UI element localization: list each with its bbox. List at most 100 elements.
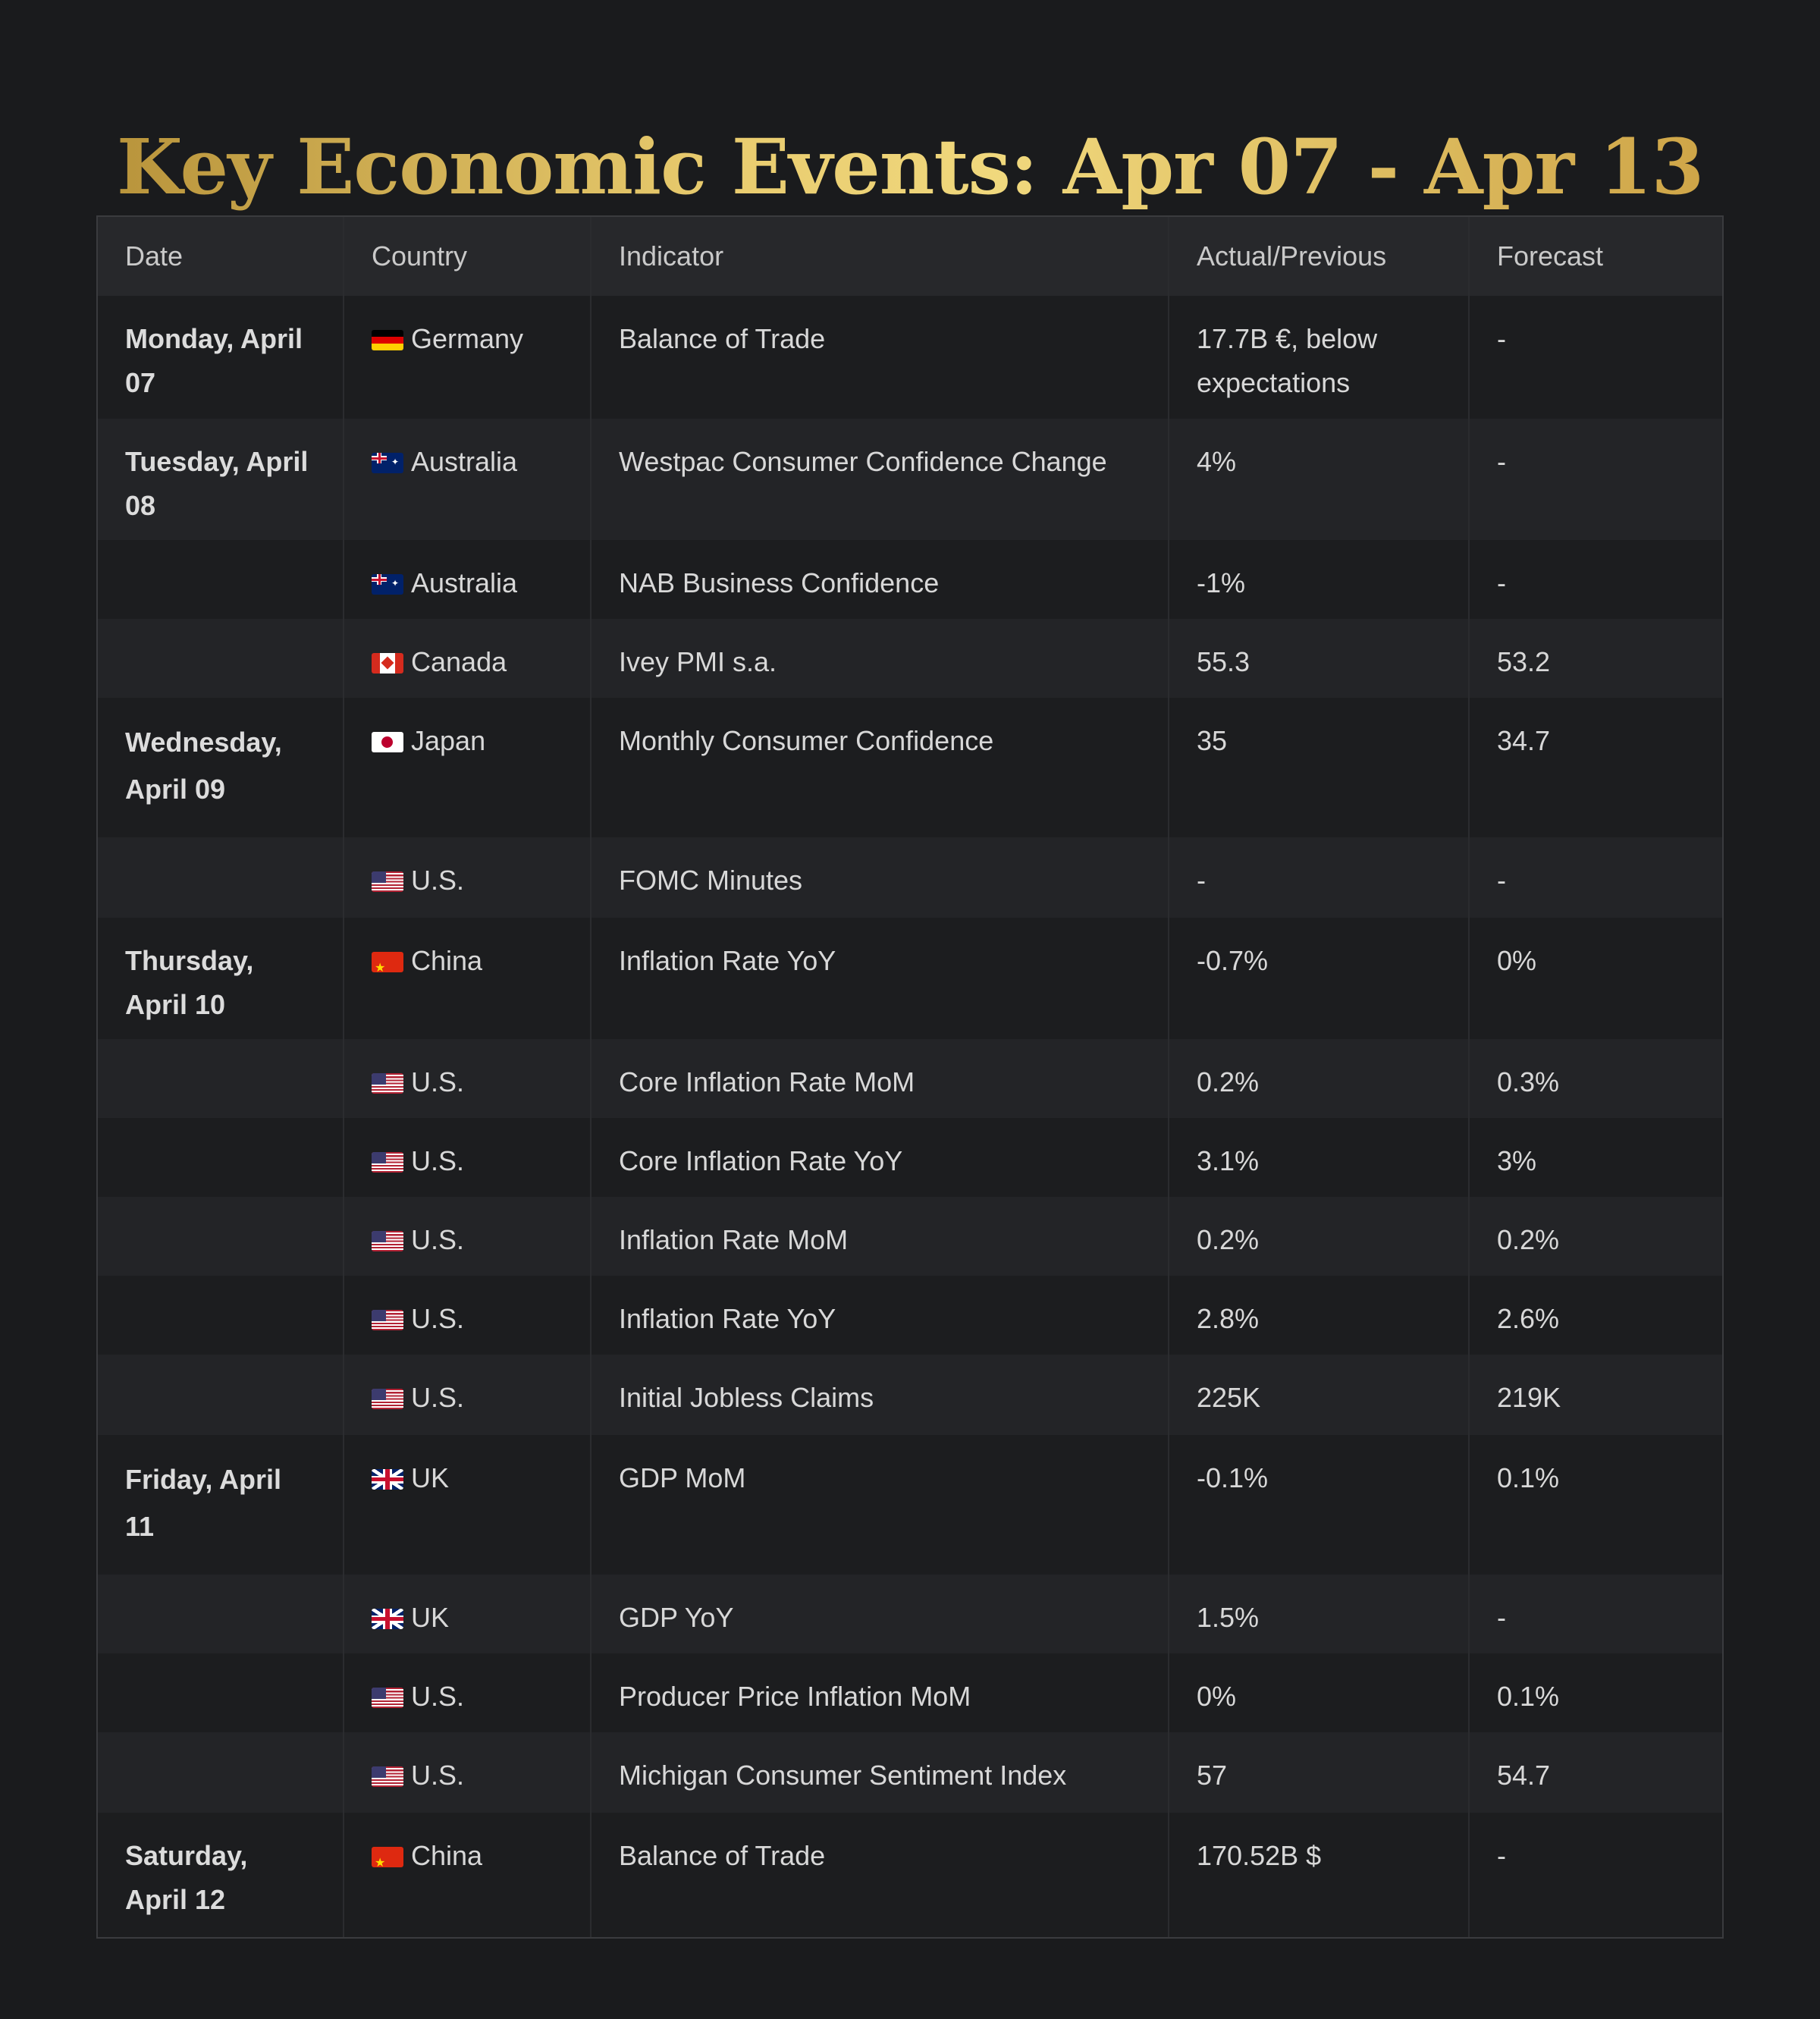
date-cell [98,1039,344,1118]
china-flag-icon [372,1847,403,1867]
table-row: U.S. FOMC Minutes - - [98,837,1722,918]
economic-events-table: Date Country Indicator Actual/Previous F… [96,215,1724,1939]
country-cell: China [343,1813,591,1937]
actual-previous-cell: -0.1% [1168,1435,1469,1575]
table-row: U.S. Michigan Consumer Sentiment Index 57 5… [98,1732,1722,1813]
country-name: U.S. [411,1382,465,1413]
forecast-cell: 34.7 [1468,698,1722,837]
date-cell [98,1653,344,1732]
us-flag-icon [372,1766,403,1787]
country-cell: U.S. [343,1118,591,1197]
actual-previous-cell: 55.3 [1168,619,1469,698]
us-flag-icon [372,1688,403,1708]
table-row: U.S. Core Inflation Rate MoM 0.2% 0.3% [98,1039,1722,1118]
country-cell: Germany [343,296,591,419]
date-cell [98,1197,344,1276]
country-name: U.S. [411,1760,465,1791]
indicator-cell: Inflation Rate MoM [590,1197,1169,1276]
forecast-cell: - [1468,1575,1722,1653]
us-flag-icon [372,1231,403,1251]
forecast-cell: 0.2% [1468,1197,1722,1276]
country-name: China [411,945,483,976]
table-row: Thursday, April 10 China Inflation Rate Yo… [98,918,1722,1039]
indicator-cell: Michigan Consumer Sentiment Index [590,1732,1169,1813]
country-cell: UK [343,1435,591,1575]
indicator-cell: Ivey PMI s.a. [590,619,1169,698]
germany-flag-icon [372,330,403,350]
us-flag-icon [372,1073,403,1094]
forecast-cell: 0.1% [1468,1653,1722,1732]
country-cell: China [343,918,591,1039]
actual-previous-cell: 1.5% [1168,1575,1469,1653]
country-cell: Australia [343,540,591,619]
forecast-cell: 3% [1468,1118,1722,1197]
indicator-cell: Monthly Consumer Confidence [590,698,1169,837]
actual-previous-cell: 57 [1168,1732,1469,1813]
table-row: Tuesday, April 08 Australia Westpac Consum… [98,419,1722,540]
country-cell: Japan [343,698,591,837]
actual-previous-cell: 3.1% [1168,1118,1469,1197]
country-cell: U.S. [343,1355,591,1435]
indicator-cell: Core Inflation Rate YoY [590,1118,1169,1197]
country-cell: U.S. [343,837,591,918]
uk-flag-icon [372,1609,403,1629]
country-name: U.S. [411,865,465,896]
country-name: Australia [411,446,518,477]
table-row: U.S. Initial Jobless Claims 225K 219K [98,1355,1722,1435]
table-row: U.S. Inflation Rate YoY 2.8% 2.6% [98,1276,1722,1355]
uk-flag-icon [372,1469,403,1490]
country-cell: U.S. [343,1197,591,1276]
actual-previous-cell: 2.8% [1168,1276,1469,1355]
indicator-cell: Producer Price Inflation MoM [590,1653,1169,1732]
table-row: U.S. Core Inflation Rate YoY 3.1% 3% [98,1118,1722,1197]
date-cell [98,619,344,698]
country-name: UK [411,1602,450,1633]
date-cell: Wednesday, April 09 [98,698,344,837]
australia-flag-icon [372,453,403,473]
date-cell: Monday, April 07 [98,296,344,419]
japan-flag-icon [372,732,403,752]
actual-previous-cell: 0.2% [1168,1039,1469,1118]
australia-flag-icon [372,574,403,595]
forecast-cell: 0.3% [1468,1039,1722,1118]
table-row: U.S. Producer Price Inflation MoM 0% 0.1% [98,1653,1722,1732]
indicator-cell: Westpac Consumer Confidence Change [590,419,1169,540]
table-row: UK GDP YoY 1.5% - [98,1575,1722,1653]
country-cell: UK [343,1575,591,1653]
date-cell: Tuesday, April 08 [98,419,344,540]
country-name: U.S. [411,1145,465,1176]
actual-previous-cell: 4% [1168,419,1469,540]
country-name: U.S. [411,1303,465,1334]
indicator-cell: GDP MoM [590,1435,1169,1575]
country-cell: Australia [343,419,591,540]
country-cell: U.S. [343,1039,591,1118]
forecast-cell: - [1468,296,1722,419]
indicator-cell: FOMC Minutes [590,837,1169,918]
date-cell [98,540,344,619]
forecast-cell: 54.7 [1468,1732,1722,1813]
date-cell [98,1118,344,1197]
indicator-cell: Inflation Rate YoY [590,1276,1169,1355]
indicator-cell: GDP YoY [590,1575,1169,1653]
table-row: U.S. Inflation Rate MoM 0.2% 0.2% [98,1197,1722,1276]
actual-previous-cell: -1% [1168,540,1469,619]
country-name: Japan [411,725,486,756]
forecast-cell: 0.1% [1468,1435,1722,1575]
us-flag-icon [372,871,403,892]
table-header-row: Date Country Indicator Actual/Previous F… [98,217,1722,296]
date-cell [98,1732,344,1813]
indicator-cell: Balance of Trade [590,1813,1169,1937]
country-name: Germany [411,323,524,354]
date-cell [98,1355,344,1435]
actual-previous-cell: 17.7B €, below expectations [1168,296,1469,419]
actual-previous-cell: 225K [1168,1355,1469,1435]
indicator-cell: Core Inflation Rate MoM [590,1039,1169,1118]
column-header-forecast: Forecast [1468,217,1722,296]
table-row: Australia NAB Business Confidence-1%- [98,540,1722,619]
column-header-indicator: Indicator [590,217,1169,296]
date-cell: Saturday, April 12 [98,1813,344,1937]
actual-previous-cell: 35 [1168,698,1469,837]
column-header-country: Country [343,217,591,296]
date-cell [98,1276,344,1355]
actual-previous-cell: 170.52B $ [1168,1813,1469,1937]
